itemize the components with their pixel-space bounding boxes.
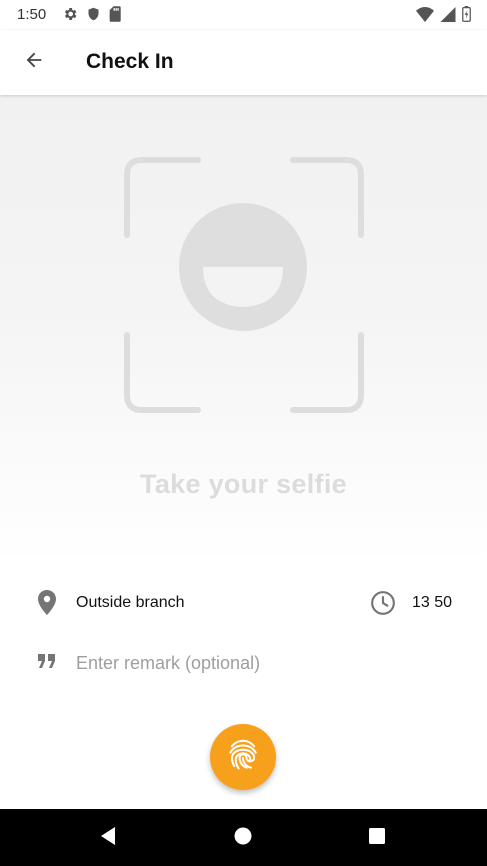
recents-square-icon [367,826,387,851]
fingerprint-check-in-button[interactable] [210,724,276,790]
settings-icon [62,6,78,27]
system-nav-bar [0,809,487,866]
signal-icon [440,6,456,27]
back-triangle-icon [98,826,118,851]
wifi-icon [416,6,434,27]
time-text: 13 50 [412,594,453,611]
page-title: Check In [86,50,174,73]
home-circle-icon [233,826,253,851]
selfie-capture-area[interactable]: Take your selfie [0,95,487,565]
location-pin-icon [35,589,59,622]
status-icons-right [416,6,471,27]
fingerprint-icon [224,736,262,779]
status-bar: 1:50 [0,0,487,30]
nav-recents-button[interactable] [364,825,390,851]
remark-row [0,645,487,681]
selfie-label: Take your selfie [140,469,347,499]
clock-icon [370,590,396,621]
location-text: Outside branch [76,594,185,611]
status-icons-left [62,6,122,27]
sd-card-icon [109,6,122,27]
face-frame-icon [120,155,367,420]
arrow-back-icon [23,49,45,76]
back-button[interactable] [15,43,53,81]
nav-home-button[interactable] [230,825,256,851]
location-time-row: Outside branch 13 50 [0,585,487,621]
app-bar: Check In [0,30,487,95]
remark-input[interactable] [76,649,456,677]
nav-back-button[interactable] [95,825,121,851]
quote-icon [37,653,57,674]
status-time: 1:50 [17,6,47,23]
shield-icon [86,6,101,27]
battery-icon [462,6,471,27]
